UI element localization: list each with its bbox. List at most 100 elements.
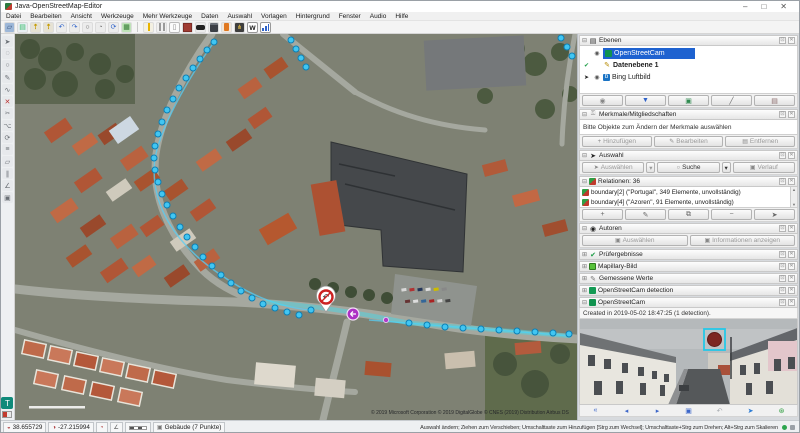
street-photo[interactable] <box>579 319 798 405</box>
relations-panel-header[interactable]: ⊟ Relationen: 36 ⊡ ✕ <box>579 176 798 187</box>
close-icon[interactable]: ✕ <box>788 287 795 294</box>
photo-dot[interactable] <box>163 201 171 209</box>
relation-row[interactable]: boundary[2] ("Portugal", 349 Elemente, u… <box>580 187 797 197</box>
improve-way-icon[interactable] <box>1 84 13 95</box>
close-icon[interactable]: ✕ <box>788 37 795 44</box>
close-icon[interactable]: ✕ <box>788 152 795 159</box>
menu-item[interactable]: Werkzeuge <box>101 13 134 20</box>
selected-photo-marker[interactable] <box>346 307 360 321</box>
lasso-icon[interactable] <box>1 48 13 59</box>
edit-relation-icon[interactable] <box>625 209 666 220</box>
select-dropdown-icon[interactable]: ▾ <box>646 162 656 173</box>
history-icon[interactable] <box>95 21 106 33</box>
close-button[interactable]: ✕ <box>780 2 787 11</box>
photo-dot[interactable] <box>176 223 184 231</box>
close-icon[interactable]: ✕ <box>788 225 795 232</box>
download-icon[interactable] <box>30 21 41 33</box>
upload-icon[interactable] <box>43 21 54 33</box>
chart-icon[interactable] <box>260 21 271 33</box>
photo-dot[interactable] <box>513 327 521 335</box>
car-icon[interactable] <box>195 21 206 33</box>
delete-icon[interactable] <box>1 96 13 107</box>
close-icon[interactable]: ✕ <box>788 263 795 270</box>
photo-dot[interactable] <box>151 166 159 174</box>
photo-dot[interactable] <box>182 74 190 82</box>
collapse-icon[interactable]: ⊟ <box>582 111 587 118</box>
selection-panel-header[interactable]: ⊟ ➤ Auswahl ⊡ ✕ <box>579 150 798 161</box>
delete-layer-icon[interactable] <box>754 95 795 106</box>
menu-item[interactable]: Mehr Werkzeuge <box>143 13 192 20</box>
align-icon[interactable] <box>1 144 13 155</box>
close-icon[interactable]: ✕ <box>788 178 795 185</box>
photo-dot[interactable] <box>196 55 204 63</box>
photo-dot[interactable] <box>158 118 166 126</box>
close-icon[interactable]: ✕ <box>788 299 795 306</box>
add-relation-icon[interactable] <box>582 209 623 220</box>
bus-icon[interactable] <box>208 21 219 33</box>
photo-dot[interactable] <box>217 271 225 279</box>
stick-icon[interactable]: ⊡ <box>779 263 786 270</box>
photo-dot[interactable] <box>307 306 315 314</box>
photo-dot[interactable] <box>183 233 191 241</box>
zoom-icon[interactable] <box>1 60 13 71</box>
next-icon[interactable] <box>647 406 669 416</box>
traffic-machine-icon[interactable] <box>169 21 180 33</box>
close-icon[interactable]: ✕ <box>788 111 795 118</box>
photo-dot[interactable] <box>531 328 539 336</box>
photo-dot[interactable] <box>169 95 177 103</box>
wall-icon[interactable] <box>182 21 193 33</box>
save-icon[interactable] <box>17 21 28 33</box>
violet-photo-dot[interactable] <box>382 316 389 323</box>
photo-dot[interactable] <box>154 178 162 186</box>
search-icon[interactable] <box>82 21 93 33</box>
photo-dot[interactable] <box>199 253 207 261</box>
jump-previous-icon[interactable] <box>585 406 607 416</box>
author-button[interactable]: ▣ Auswählen <box>582 235 688 246</box>
stick-icon[interactable]: ⊡ <box>779 299 786 306</box>
expand-icon[interactable]: ⊞ <box>582 263 587 270</box>
photo-dot[interactable] <box>549 329 557 337</box>
menu-item[interactable]: Hilfe <box>395 13 408 20</box>
photo-dot[interactable] <box>248 294 256 302</box>
photo-dot[interactable] <box>565 330 573 338</box>
relation-row[interactable]: boundary[4] ("Azoren", 91 Elemente, unvo… <box>580 197 797 207</box>
collapsed-panel-header[interactable]: ⊞ Prüfergebnisse ⊡ ✕ <box>579 249 798 260</box>
redo-icon[interactable] <box>69 21 80 33</box>
eye-icon[interactable]: ◉ <box>593 50 601 57</box>
menu-item[interactable]: Ansicht <box>71 13 92 20</box>
stick-icon[interactable]: ⊡ <box>779 178 786 185</box>
openstreetcam-panel-header[interactable]: ⊟ OpenStreetCam ⊡ ✕ <box>579 297 798 308</box>
split-icon[interactable] <box>1 108 13 119</box>
photo-dot[interactable] <box>283 308 291 316</box>
collapsed-panel-header[interactable]: ⊞ Gemessene Werte ⊡ ✕ <box>579 273 798 284</box>
select-icon[interactable] <box>1 36 13 47</box>
collapse-icon[interactable]: ⊟ <box>582 225 587 232</box>
undo-icon[interactable] <box>56 21 67 33</box>
stick-icon[interactable]: ⊡ <box>779 111 786 118</box>
toggle-visibility-icon[interactable] <box>582 95 623 106</box>
expand-icon[interactable]: ⊞ <box>582 251 587 258</box>
pedestrian-signal-icon[interactable] <box>234 21 245 33</box>
photo-dot[interactable] <box>150 154 158 162</box>
layer-opacity-icon[interactable] <box>711 95 752 106</box>
wikipedia-icon[interactable] <box>247 21 258 33</box>
close-icon[interactable]: ✕ <box>788 251 795 258</box>
collapse-icon[interactable]: ⊟ <box>582 178 587 185</box>
layer-row-openstreetcam[interactable]: ◉ OpenStreetCam <box>580 47 797 59</box>
photo-dot[interactable] <box>154 130 162 138</box>
authors-panel-header[interactable]: ⊟ ◉ Autoren ⊡ ✕ <box>579 223 798 234</box>
tag-button[interactable]: ▤ Entfernen <box>725 136 796 147</box>
imagery-icon[interactable] <box>121 21 132 33</box>
barrier-icon[interactable] <box>156 21 167 33</box>
collapse-icon[interactable]: ⊟ <box>582 152 587 159</box>
camera-frame-icon[interactable] <box>678 406 700 416</box>
draw-icon[interactable] <box>1 72 13 83</box>
search-dropdown-icon[interactable]: ▾ <box>721 162 731 173</box>
photo-dot[interactable] <box>271 304 279 312</box>
select-button[interactable]: ➤ Auswählen <box>582 162 645 173</box>
menu-item[interactable]: Vorlagen <box>261 13 287 20</box>
photo-dot[interactable] <box>477 325 485 333</box>
bollard-icon[interactable] <box>143 21 154 33</box>
map-canvas[interactable]: ↶ © 2019 Microsoft Corporation © 2019 Di… <box>14 34 577 420</box>
scrollbar[interactable]: ▲ ▼ <box>790 187 797 207</box>
